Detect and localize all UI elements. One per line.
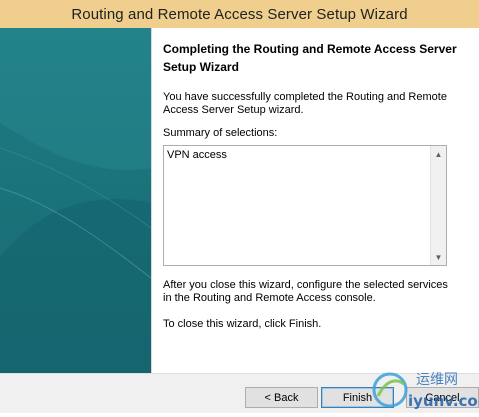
- wizard-side-graphic: [0, 28, 151, 373]
- watermark-logo: 运维网 iyunv.com: [372, 366, 479, 412]
- panel-divider: [151, 28, 152, 373]
- svg-text:iyunv.com: iyunv.com: [408, 392, 479, 410]
- after-close-text: After you close this wizard, configure t…: [163, 279, 448, 304]
- scroll-down-icon[interactable]: ▼: [431, 249, 446, 265]
- title-bar: Routing and Remote Access Server Setup W…: [0, 0, 479, 28]
- back-button[interactable]: < Back: [245, 387, 318, 408]
- window-title: Routing and Remote Access Server Setup W…: [71, 5, 408, 23]
- summary-label: Summary of selections:: [163, 127, 278, 139]
- summary-listbox[interactable]: VPN access ▲ ▼: [163, 145, 447, 266]
- decorative-waves: [0, 28, 151, 373]
- page-heading: Completing the Routing and Remote Access…: [163, 42, 457, 74]
- summary-item: VPN access: [167, 149, 227, 161]
- intro-text: You have successfully completed the Rout…: [163, 91, 447, 116]
- svg-text:运维网: 运维网: [416, 372, 458, 388]
- vertical-scrollbar[interactable]: ▲ ▼: [430, 146, 446, 265]
- scroll-up-icon[interactable]: ▲: [431, 146, 446, 162]
- close-instruction: To close this wizard, click Finish.: [163, 318, 322, 330]
